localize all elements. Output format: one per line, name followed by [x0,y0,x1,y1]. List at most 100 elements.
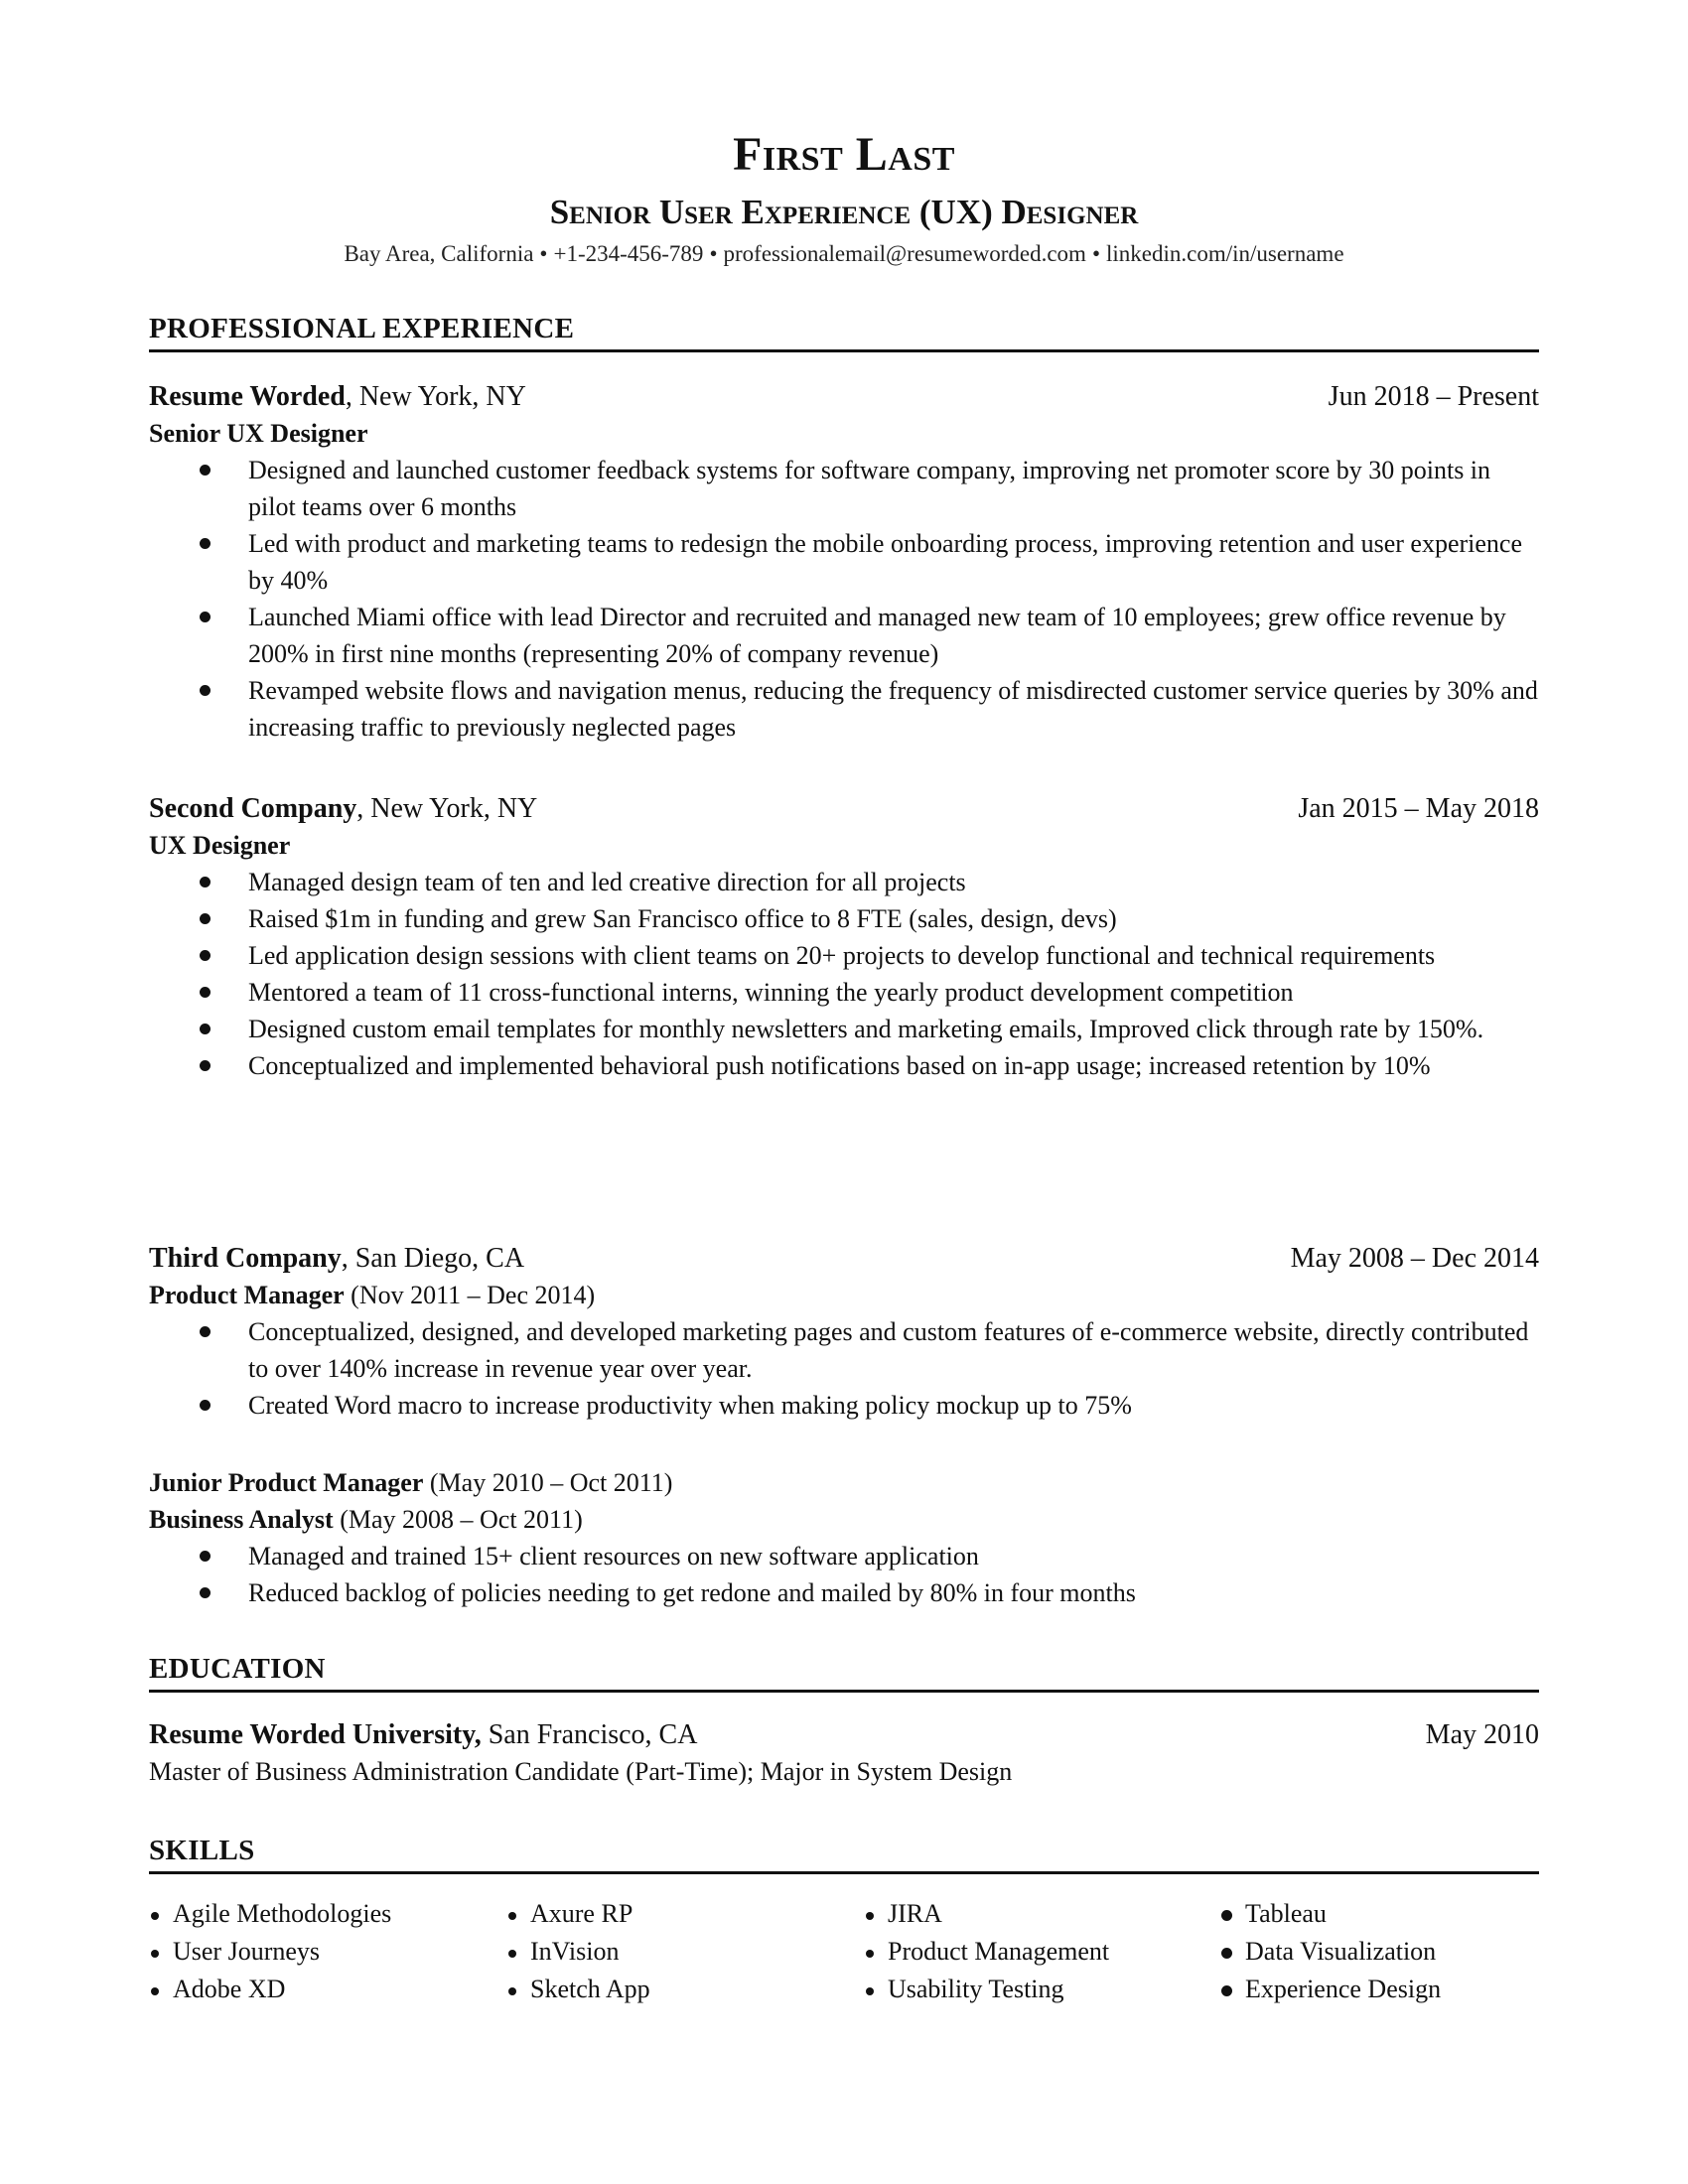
job-role-title: UX Designer [149,831,291,860]
job-header: Third Company, San Diego, CA May 2008 – … [149,1240,1539,1277]
job-dates: Jan 2015 – May 2018 [1298,793,1539,824]
bullet-text: Designed custom email templates for mont… [248,1015,1484,1043]
bullet-dot-icon [200,950,211,961]
job-entry: Second Company, New York, NY Jan 2015 – … [149,790,1539,1084]
job-dates: Jun 2018 – Present [1328,381,1539,412]
contact-location: Bay Area, California [344,241,534,266]
skill-item: JIRA [864,1895,1221,1933]
skills-column: JIRA Product Management Usability Testin… [864,1895,1221,2008]
skill-label: Sketch App [530,1975,650,2003]
bullet-dot-icon [200,612,211,622]
bullet-text: Led application design sessions with cli… [248,941,1436,970]
bullet-dot-icon [200,1551,211,1562]
job-sub-roles: Junior Product Manager (May 2010 – Oct 2… [149,1464,1539,1611]
separator-bullet: • [1091,241,1100,266]
candidate-title: Senior User Experience (UX) Designer [549,193,1139,231]
candidate-name: First Last [733,128,955,181]
job-role-dates: (May 2008 – Oct 2011) [333,1505,583,1534]
bullet-item: Conceptualized and implemented behaviora… [149,1047,1539,1084]
skill-label: Agile Methodologies [173,1899,392,1928]
job-company-line: Second Company, New York, NY [149,790,537,827]
bullet-dot-icon [200,538,211,549]
skills-column: Tableau Data Visualization Experience De… [1221,1895,1539,2008]
section-heading-education: EDUCATION [149,1652,1539,1693]
job-role: Junior Product Manager (May 2010 – Oct 2… [149,1464,1539,1501]
bullet-item: Managed design team of ten and led creat… [149,864,1539,900]
bullet-dot-icon [151,1987,159,1995]
bullet-text: Mentored a team of 11 cross-functional i… [248,978,1294,1007]
job-company-line: Resume Worded, New York, NY [149,378,526,415]
job-role: UX Designer [149,827,1539,864]
job-location: , New York, NY [345,381,526,412]
job-location: , San Diego, CA [341,1243,525,1274]
job-bullets: Managed and trained 15+ client resources… [149,1538,1539,1611]
bullet-dot-icon [508,1987,516,1995]
skill-label: Usability Testing [888,1975,1064,2003]
bullet-dot-icon [1221,1948,1232,1959]
skill-label: JIRA [888,1899,942,1928]
job-bullets: Managed design team of ten and led creat… [149,864,1539,1084]
skill-label: Adobe XD [173,1975,286,2003]
separator-bullet: • [539,241,548,266]
skills-column: Axure RP InVision Sketch App [506,1895,864,2008]
job-bullets: Designed and launched customer feedback … [149,452,1539,746]
skill-item: User Journeys [149,1933,506,1971]
skill-item: Product Management [864,1933,1221,1971]
contact-email[interactable]: professionalemail@resumeworded.com [724,241,1086,266]
education-header: Resume Worded University, San Francisco,… [149,1716,1539,1753]
bullet-dot-icon [866,1950,874,1958]
bullet-item: Designed custom email templates for mont… [149,1011,1539,1047]
skill-item: InVision [506,1933,864,1971]
skill-item: Agile Methodologies [149,1895,506,1933]
skill-label: Axure RP [530,1899,633,1928]
bullet-text: Created Word macro to increase productiv… [248,1391,1132,1420]
job-company: Third Company [149,1243,342,1274]
skill-label: Data Visualization [1245,1937,1437,1966]
education-date: May 2010 [1425,1719,1539,1750]
bullet-dot-icon [151,1912,159,1920]
job-role-title: Junior Product Manager [149,1468,424,1497]
job-company-line: Third Company, San Diego, CA [149,1240,524,1277]
skill-item: Usability Testing [864,1971,1221,2008]
bullet-text: Managed design team of ten and led creat… [248,868,966,896]
education-degree: Master of Business Administration Candid… [149,1757,1013,1786]
bullet-dot-icon [508,1950,516,1958]
bullet-item: Managed and trained 15+ client resources… [149,1538,1539,1574]
job-role-dates: (Nov 2011 – Dec 2014) [344,1281,596,1309]
bullet-dot-icon [1221,1910,1232,1921]
section-heading-experience: PROFESSIONAL EXPERIENCE [149,312,1539,352]
education-school-line: Resume Worded University, San Francisco,… [149,1716,697,1753]
bullet-item: Reduced backlog of policies needing to g… [149,1574,1539,1611]
bullet-dot-icon [866,1987,874,1995]
contact-linkedin[interactable]: linkedin.com/in/username [1106,241,1344,266]
job-bullets: Conceptualized, designed, and developed … [149,1313,1539,1424]
bullet-dot-icon [200,465,211,476]
bullet-dot-icon [200,685,211,696]
bullet-dot-icon [200,1060,211,1071]
job-role-dates: (May 2010 – Oct 2011) [423,1468,673,1497]
bullet-item: Raised $1m in funding and grew San Franc… [149,900,1539,937]
job-role: Senior UX Designer [149,415,1539,452]
contact-phone: +1-234-456-789 [553,241,704,266]
bullet-dot-icon [200,1400,211,1411]
bullet-dot-icon [1221,1985,1232,1996]
skill-item: Axure RP [506,1895,864,1933]
bullet-item: Led application design sessions with cli… [149,937,1539,974]
bullet-text: Designed and launched customer feedback … [248,456,1491,521]
skill-label: Tableau [1245,1899,1327,1928]
bullet-text: Revamped website flows and navigation me… [248,676,1538,742]
education-entry: Resume Worded University, San Francisco,… [149,1716,1539,1790]
job-entry: Third Company, San Diego, CA May 2008 – … [149,1240,1539,1424]
bullet-dot-icon [200,1587,211,1598]
bullet-dot-icon [508,1912,516,1920]
bullet-text: Led with product and marketing teams to … [248,529,1523,595]
bullet-dot-icon [200,1326,211,1337]
bullet-item: Led with product and marketing teams to … [149,525,1539,599]
bullet-dot-icon [866,1912,874,1920]
bullet-text: Raised $1m in funding and grew San Franc… [248,904,1117,933]
bullet-text: Launched Miami office with lead Director… [248,603,1506,668]
bullet-text: Managed and trained 15+ client resources… [248,1542,979,1570]
skill-label: Experience Design [1245,1975,1442,2003]
skill-label: User Journeys [173,1937,321,1966]
job-header: Second Company, New York, NY Jan 2015 – … [149,790,1539,827]
